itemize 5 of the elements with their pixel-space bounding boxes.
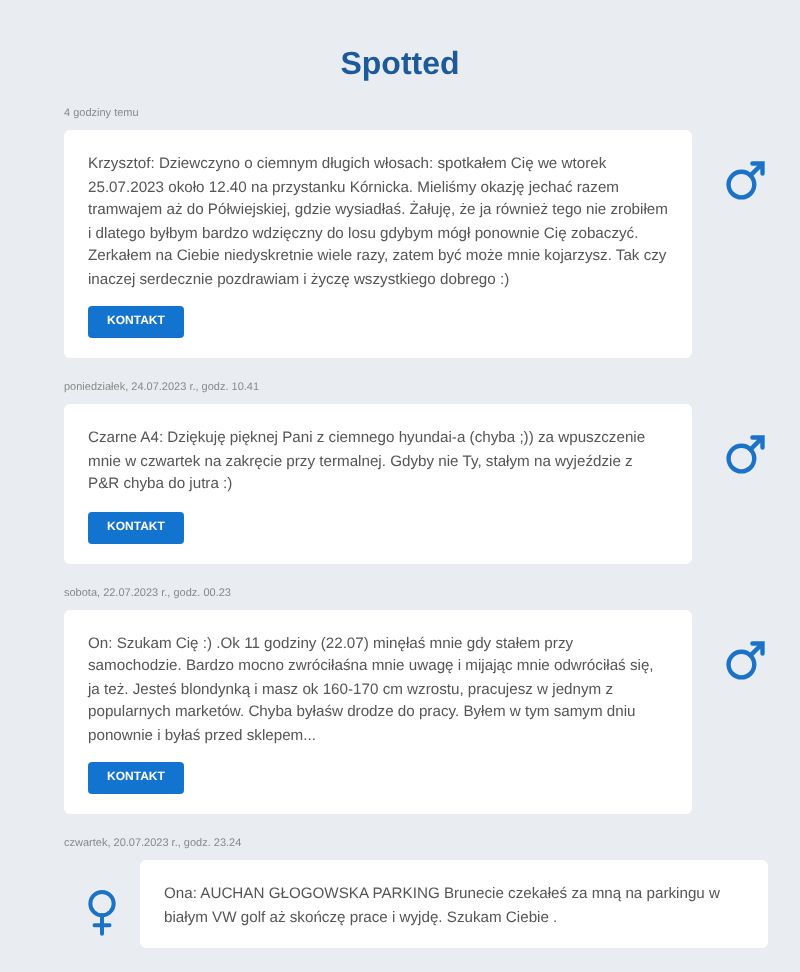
page-title: Spotted — [338, 46, 462, 86]
male-symbol-icon — [724, 432, 768, 476]
male-symbol-icon — [724, 158, 768, 202]
female-symbol-icon — [82, 888, 122, 936]
male-symbol-icon — [724, 637, 768, 681]
